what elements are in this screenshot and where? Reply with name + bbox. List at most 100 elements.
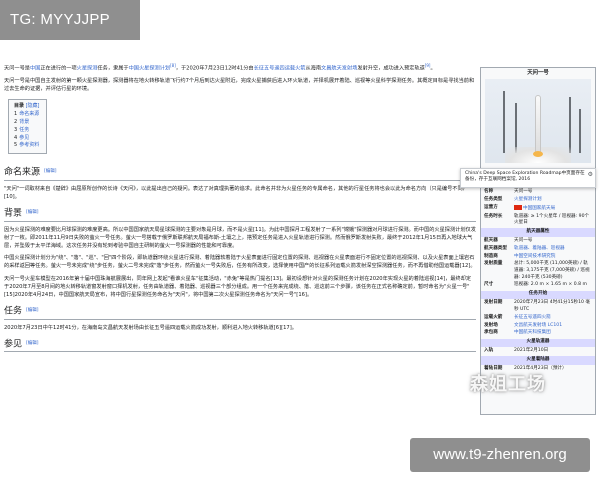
section-title: 背景: [4, 208, 23, 219]
text: 发射升空，成功进入预定轨道: [357, 65, 425, 72]
background-paragraph-3: 天问一号火星车模型在2016年第十届中国珠海航展展出，同年网上发起"看谁火星车"…: [4, 275, 472, 298]
text: 任务，隶属于: [97, 65, 129, 72]
toc-toggle[interactable]: [隐藏]: [26, 103, 40, 109]
naming-paragraph: "天问"一词取材来自《楚辞》由屈原所创作的长诗《天问》，以此提出自己的疑问。表达…: [4, 185, 468, 200]
toc-item[interactable]: 3 任务: [14, 127, 40, 135]
tooltip-text: China's Deep Space Exploration Roadmap中页…: [465, 171, 585, 183]
row-key: 制造商: [484, 253, 498, 259]
text: 。: [430, 65, 436, 72]
telegram-watermark-badge: TG: MYYJJPP: [0, 0, 140, 40]
toc-label: 参考资料: [19, 142, 40, 149]
row-value[interactable]: 轨道器、着陆器、巡视器: [514, 246, 592, 253]
image-caption-tooltip: China's Deep Space Exploration Roadmap中页…: [460, 168, 596, 188]
toc-item[interactable]: 1 命名来源: [14, 111, 40, 119]
url-watermark-badge: www.t9-zhenren.org: [410, 438, 590, 472]
toc-num: 2: [14, 118, 18, 125]
toc-num: 4: [14, 134, 18, 141]
launch-tower: [579, 108, 581, 153]
launch-photo[interactable]: [485, 78, 591, 163]
infobox-row: 制造商 中国空间技术研究院: [481, 253, 595, 261]
toc-label: 任务: [19, 126, 30, 133]
toc-label: 命名来源: [19, 111, 40, 118]
infobox-row: 名称 天问一号: [481, 189, 595, 197]
background-paragraph-1: 因为火星探测的难度要比月球探测的难度更高。所以中国国家航天局星球探测的主要对象是…: [4, 226, 476, 249]
infobox-row: 发射日期 2020年7月23日 4时41分15秒10 毫秒 UTC: [481, 300, 595, 314]
infobox-title: 天问一号: [527, 70, 549, 76]
edit-link[interactable]: [编辑]: [26, 210, 39, 215]
infobox-section-header: 火星轨道器: [481, 338, 595, 347]
row-value[interactable]: 长征五号遥四火箭: [514, 315, 592, 322]
text: ，于2020年7月23日12时41分由: [175, 65, 254, 72]
row-value: 2020年7月23日 4时41分15秒10 毫秒 UTC: [514, 300, 590, 312]
rocket-flame: [533, 150, 543, 157]
row-value[interactable]: 中国航天科技集团: [514, 330, 592, 337]
toc-item[interactable]: 2 背景: [14, 119, 40, 127]
row-key: 运营方: [484, 204, 498, 210]
table-of-contents: 目录 [隐藏] 1 命名来源 2 背景 3 任务 4 参见 5 参考资料: [8, 99, 47, 155]
infobox-row: 运营方 中国国家航天局: [481, 204, 595, 213]
section-title: 命名来源: [4, 167, 41, 178]
site-watermark: 森姐工场: [470, 374, 546, 395]
toc-label: 参见: [19, 134, 30, 141]
infobox-row: 航天器 天问一号: [481, 238, 595, 246]
row-value[interactable]: 文昌航天发射场 LC101: [514, 323, 592, 330]
toc-num: 1: [14, 111, 18, 118]
row-value: 总计: 5,000千克 (11,000英磅) / 轨道器: 3,175千克 (7…: [514, 261, 590, 280]
toc-label: 背景: [19, 118, 30, 125]
intro-paragraph-2: 天问一号是中国自主发射的第一颗火星探测器，探测器将在地火转移轨道飞行约7个月后到…: [4, 77, 475, 93]
row-key: 航天器: [484, 238, 498, 244]
background-paragraph-2: 中国火星探测计划分为"绕"、"落"、"巡"、"回"四个阶段，即轨道器环绕火星进行…: [4, 255, 476, 270]
section-heading-naming: 命名来源 [编辑]: [4, 166, 476, 181]
section-heading-background: 背景 [编辑]: [4, 207, 476, 222]
infobox-section-header: 火星着陆器: [481, 356, 595, 365]
row-key: 承包商: [484, 330, 498, 336]
infobox-row: 发射场 文昌航天发射场 LC101: [481, 322, 595, 330]
link-wenchang[interactable]: 文昌航天发射场: [321, 66, 357, 72]
row-value: 天问一号: [514, 238, 533, 244]
infobox-row: 尺寸 巡视器: 2.0 m × 1.65 m × 0.8 m: [481, 282, 595, 290]
toc-num: 3: [14, 126, 18, 133]
link-china[interactable]: 中国: [30, 66, 40, 72]
row-key: 任务时长: [484, 213, 503, 219]
row-value[interactable]: 火星探测计划: [514, 197, 592, 204]
edit-link[interactable]: [编辑]: [44, 169, 57, 174]
toc-item[interactable]: 5 参考资料: [14, 142, 40, 150]
link-china-mars-program[interactable]: 中国火星探测计划: [129, 66, 171, 72]
launch-tower: [503, 90, 505, 153]
row-value: 2021年2月10日: [514, 348, 549, 354]
row-value: 中国国家航天局: [514, 204, 592, 213]
section-heading-see-also: 参见 [编辑]: [4, 338, 476, 353]
china-flag-icon: [514, 204, 522, 210]
link-mars-exploration[interactable]: 火星探测: [77, 66, 98, 72]
text: 天问一号是: [4, 65, 30, 72]
infobox-section-header: 航天器属性: [481, 228, 595, 237]
row-key: 任务类型: [484, 196, 503, 202]
row-key: 入轨: [484, 348, 494, 354]
row-key: 运载火箭: [484, 314, 503, 320]
row-value[interactable]: 中国空间技术研究院: [514, 254, 592, 261]
gear-icon[interactable]: ⚙: [588, 171, 593, 178]
article-body: 天问一号是中国正在进行的一项火星探测任务，隶属于中国火星探测计划[8]，于202…: [4, 62, 476, 356]
mission-paragraph: 2020年7月23日中午12时41分，在海南岛文昌航天发射场由长征五号遥四运载火…: [4, 324, 297, 331]
operator-link[interactable]: 中国国家航天局: [523, 206, 555, 211]
toc-title: 目录: [14, 103, 25, 110]
infobox-section-header: 任务开始: [481, 290, 595, 299]
row-key: 发射场: [484, 322, 498, 328]
screenshot: TG: MYYJJPP 天问一号是中国正在进行的一项火星探测任务，隶属于中国火星…: [0, 0, 600, 480]
rocket: [535, 94, 541, 155]
infobox-row: 发射质量 总计: 5,000千克 (11,000英磅) / 轨道器: 3,175千…: [481, 261, 595, 282]
infobox: 天问一号 名称 天问一号 任务类型 火星探测计划 运营方 中国国家航天局 任务时长 轨道…: [480, 67, 596, 415]
launch-tower: [569, 96, 571, 153]
infobox-row: 任务时长 轨道器: ≥ 1个火星年 / 巡视器: 90个火星日: [481, 213, 595, 227]
infobox-row: 承包商 中国航天科技集团: [481, 330, 595, 338]
edit-link[interactable]: [编辑]: [26, 341, 39, 346]
text: 正在进行的一项: [40, 65, 77, 72]
text: 从海南: [305, 65, 322, 72]
row-key: 发射质量: [484, 261, 503, 267]
section-heading-mission: 任务 [编辑]: [4, 305, 476, 320]
infobox-row: 入轨 2021年2月10日: [481, 348, 595, 356]
edit-link[interactable]: [编辑]: [26, 308, 39, 313]
link-long-march-5[interactable]: 长征五号遥四运载火箭: [254, 66, 306, 72]
row-key: 发射日期: [484, 300, 503, 306]
row-value: 轨道器: ≥ 1个火星年 / 巡视器: 90个火星日: [514, 213, 590, 226]
